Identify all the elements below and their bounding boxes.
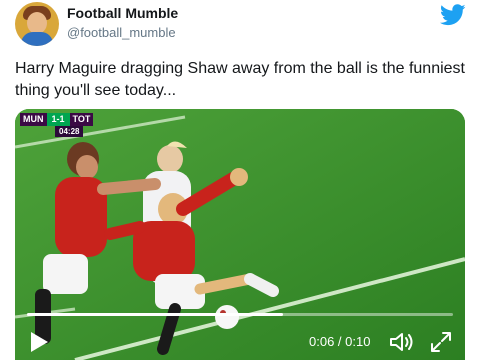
scorebug: MUN 1-1 TOT [20,113,94,126]
video-progress-fill [27,313,283,316]
author-handle[interactable]: @football_mumble [67,25,176,40]
avatar-icon[interactable] [15,2,59,46]
volume-icon[interactable] [389,331,415,353]
author-name[interactable]: Football Mumble [67,5,178,21]
video-timecode: 0:06 / 0:10 [309,334,371,349]
twitter-bird-icon[interactable] [440,4,466,26]
scorebug-score: 1-1 [46,113,70,126]
play-icon[interactable] [29,331,49,353]
scorebug-away: TOT [69,113,94,126]
scorebug-home: MUN [20,113,47,126]
fullscreen-icon[interactable] [429,330,453,354]
video-progress-bar[interactable] [27,313,453,316]
tweet-header: Football Mumble @football_mumble [0,0,480,50]
scorebug-clock: 04:28 [55,126,84,137]
video-controls: 0:06 / 0:10 [15,319,465,360]
video-player[interactable]: MUN 1-1 TOT 04:28 0:06 / 0:10 [15,109,465,360]
tweet-text: Harry Maguire dragging Shaw away from th… [15,60,465,99]
